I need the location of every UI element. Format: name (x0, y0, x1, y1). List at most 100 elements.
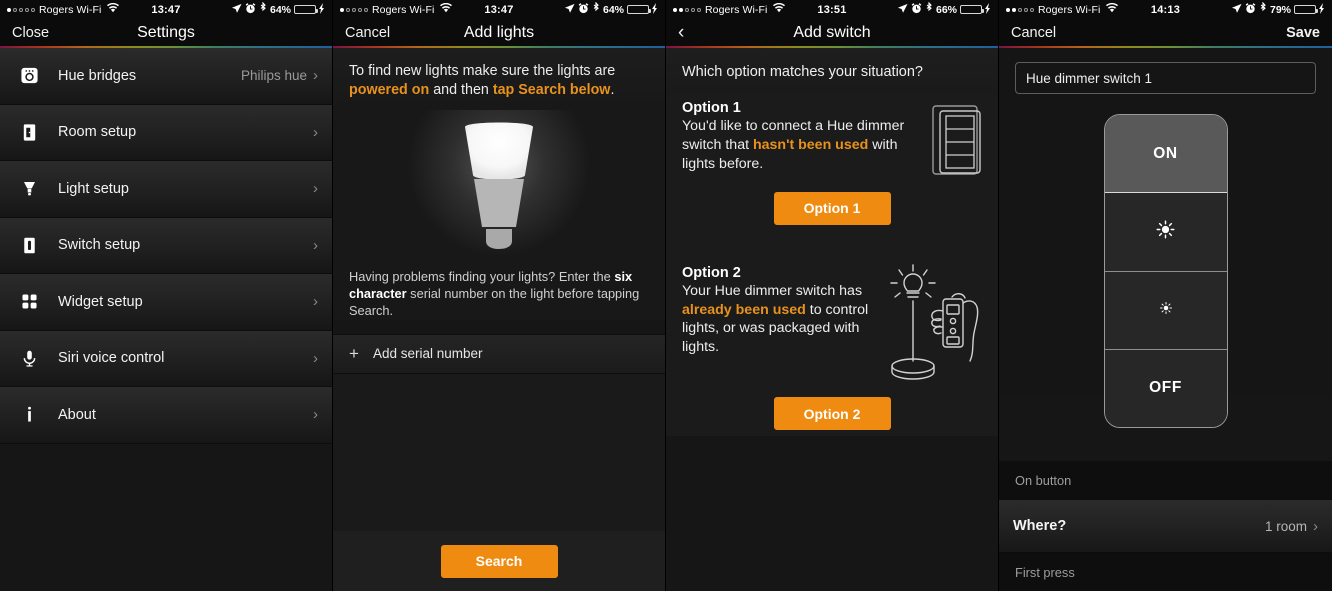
microphone-icon (14, 349, 44, 368)
nav-bar: Cancel Add lights (333, 19, 665, 46)
wifi-icon (440, 2, 453, 16)
signal-dots-icon (7, 7, 35, 12)
option-2-text: Your Hue dimmer switch has already been … (682, 282, 882, 358)
signal-dots-icon (1006, 7, 1034, 12)
wall-switch-icon (929, 102, 986, 187)
screen-switch-detail: Rogers Wi-Fi 14:13 79% Cancel Save Hue d… (999, 0, 1332, 591)
status-right: 64% (231, 1, 325, 17)
back-chevron-icon[interactable]: ‹ (678, 23, 684, 42)
wifi-icon (107, 2, 120, 16)
location-arrow-icon (897, 3, 908, 17)
section-header-first-press: First press (999, 553, 1332, 591)
intro-highlight-powered-on: powered on (349, 81, 430, 98)
options-gap (666, 230, 998, 259)
option-2-button[interactable]: Option 2 (773, 397, 891, 431)
location-arrow-icon (564, 3, 575, 17)
remote-button-brightness-down[interactable] (1104, 271, 1227, 350)
status-bar: Rogers Wi-Fi 13:51 66% (666, 0, 998, 19)
intro-part3: . (610, 81, 615, 98)
battery-icon (627, 5, 651, 14)
chevron-right-icon: › (313, 123, 318, 141)
bluetooth-icon (1259, 1, 1267, 17)
sidebar-item-room-setup[interactable]: Room setup › (0, 104, 332, 161)
intro-part2: and then (429, 81, 493, 98)
cancel-button[interactable]: Cancel (1011, 25, 1056, 41)
status-right: 64% (564, 1, 658, 17)
where-row[interactable]: Where? 1 room › (999, 499, 1332, 553)
battery-percent: 64% (602, 3, 624, 16)
battery-icon (960, 5, 984, 14)
widget-icon (14, 292, 44, 311)
add-serial-number-row[interactable]: + Add serial number (333, 333, 665, 374)
list-empty-area (0, 443, 332, 591)
sidebar-item-hue-bridges[interactable]: Hue bridges Philips hue › (0, 48, 332, 105)
bluetooth-icon (259, 1, 267, 17)
save-button[interactable]: Save (1286, 25, 1320, 41)
option-1-text: You'd like to connect a Hue dimmer switc… (682, 117, 914, 174)
alarm-icon (245, 2, 256, 17)
sidebar-item-siri-voice-control[interactable]: Siri voice control › (0, 330, 332, 387)
plus-icon: + (349, 343, 359, 363)
bluetooth-icon (592, 1, 600, 17)
where-value: 1 room (1264, 518, 1307, 534)
wifi-icon (1106, 2, 1119, 16)
page-title: Add switch (793, 23, 871, 41)
battery-icon (1294, 5, 1318, 14)
location-arrow-icon (231, 3, 242, 17)
remote-preview: ON OFF (1015, 114, 1316, 428)
option-2-block: Option 2 Your Hue dimmer switch has alre… (666, 258, 998, 437)
switch-name-input[interactable] (1015, 62, 1316, 94)
chevron-right-icon: › (313, 349, 318, 367)
alarm-icon (911, 2, 922, 17)
status-right: 66% (897, 1, 991, 17)
sidebar-item-about[interactable]: About › (0, 387, 332, 444)
chevron-right-icon: › (313, 293, 318, 311)
alarm-icon (578, 2, 589, 17)
battery-percent: 64% (269, 3, 291, 16)
help-text: Having problems finding your lights? Ent… (333, 259, 665, 320)
remote-button-off[interactable]: OFF (1104, 349, 1227, 427)
alarm-icon (1245, 2, 1256, 17)
bluetooth-icon (925, 1, 933, 17)
charging-bolt-icon (985, 2, 991, 17)
remote-button-on[interactable]: ON (1104, 115, 1227, 194)
status-right: 79% (1231, 1, 1325, 17)
cancel-button[interactable]: Cancel (345, 25, 390, 41)
sidebar-item-label: Siri voice control (58, 350, 165, 367)
charging-bolt-icon (319, 2, 325, 17)
sidebar-item-label: Widget setup (58, 293, 143, 310)
carrier-label: Rogers Wi-Fi (705, 3, 768, 16)
switch-detail-body: ON OFF (999, 48, 1332, 591)
brightness-up-icon (1156, 220, 1175, 244)
hand-remote-lamp-icon (886, 261, 986, 396)
sidebar-item-light-setup[interactable]: Light setup › (0, 161, 332, 218)
search-button[interactable]: Search (440, 544, 558, 578)
chevron-right-icon: › (1313, 517, 1318, 535)
charging-bolt-icon (1319, 2, 1325, 17)
status-left: Rogers Wi-Fi (673, 2, 786, 16)
signal-dots-icon (673, 7, 701, 12)
page-title: Settings (137, 23, 195, 41)
charging-bolt-icon (652, 2, 658, 17)
sidebar-item-widget-setup[interactable]: Widget setup › (0, 274, 332, 331)
option-1-button[interactable]: Option 1 (773, 191, 891, 225)
carrier-label: Rogers Wi-Fi (39, 3, 102, 16)
battery-percent: 66% (935, 3, 957, 16)
close-button[interactable]: Close (12, 25, 49, 41)
sidebar-item-switch-setup[interactable]: Switch setup › (0, 217, 332, 274)
carrier-label: Rogers Wi-Fi (1038, 3, 1101, 16)
screenshot-root: Rogers Wi-Fi 13:47 64% Close Settings Hu… (0, 0, 1332, 591)
remote-button-brightness-up[interactable] (1104, 193, 1227, 272)
status-left: Rogers Wi-Fi (340, 2, 453, 16)
screen-settings: Rogers Wi-Fi 13:47 64% Close Settings Hu… (0, 0, 333, 591)
help-part1: Having problems finding your lights? Ent… (349, 268, 615, 284)
option-2-text-highlight: already been used (682, 301, 806, 318)
nav-bar: Close Settings (0, 19, 332, 46)
carrier-label: Rogers Wi-Fi (372, 3, 435, 16)
chevron-right-icon: › (313, 236, 318, 254)
battery-percent: 79% (1269, 3, 1291, 16)
section-header-on-button: On button (999, 461, 1332, 499)
switch-settings-list: On button Where? 1 room › First press (999, 461, 1332, 591)
sidebar-item-value: Philips hue (240, 68, 307, 84)
wifi-icon (773, 2, 786, 16)
